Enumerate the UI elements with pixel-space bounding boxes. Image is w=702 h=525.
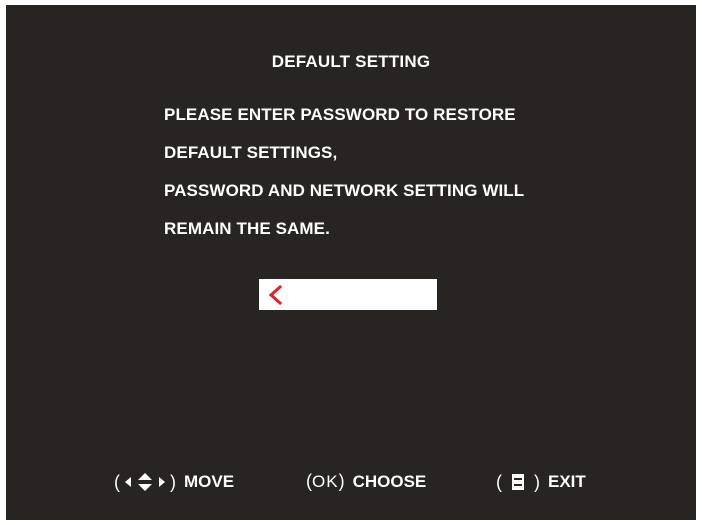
exit-label: EXIT bbox=[548, 472, 586, 491]
arrow-keys-icon bbox=[125, 473, 165, 491]
choose-label: CHOOSE bbox=[352, 471, 427, 491]
message-line-4: REMAIN THE SAME. bbox=[164, 219, 330, 238]
key-hints-bar: ( ) MOVE ( OK ) CHOOSE ( ) EXIT bbox=[6, 471, 696, 497]
move-close-paren: ) bbox=[170, 471, 176, 492]
ok-key-label: OK bbox=[312, 471, 339, 491]
message-line-1: PLEASE ENTER PASSWORD TO RESTORE bbox=[164, 105, 516, 124]
dialog-title: DEFAULT SETTING bbox=[271, 52, 431, 71]
password-input[interactable] bbox=[259, 279, 437, 310]
message-line-2: DEFAULT SETTINGS, bbox=[164, 143, 338, 162]
exit-hint: ( ) EXIT bbox=[496, 471, 586, 493]
input-cursor-icon bbox=[268, 285, 283, 305]
choose-close-paren: ) bbox=[338, 471, 345, 491]
exit-close-paren: ) bbox=[534, 471, 540, 492]
move-open-paren: ( bbox=[114, 471, 120, 492]
exit-open-paren: ( bbox=[496, 471, 502, 492]
message-line-3: PASSWORD AND NETWORK SETTING WILL bbox=[164, 181, 525, 200]
move-label: MOVE bbox=[184, 472, 235, 491]
default-setting-screen: DEFAULT SETTING PLEASE ENTER PASSWORD TO… bbox=[6, 5, 696, 520]
choose-hint: ( OK ) CHOOSE bbox=[306, 471, 426, 492]
menu-key-icon bbox=[512, 474, 524, 490]
move-hint: ( ) MOVE bbox=[114, 471, 234, 493]
